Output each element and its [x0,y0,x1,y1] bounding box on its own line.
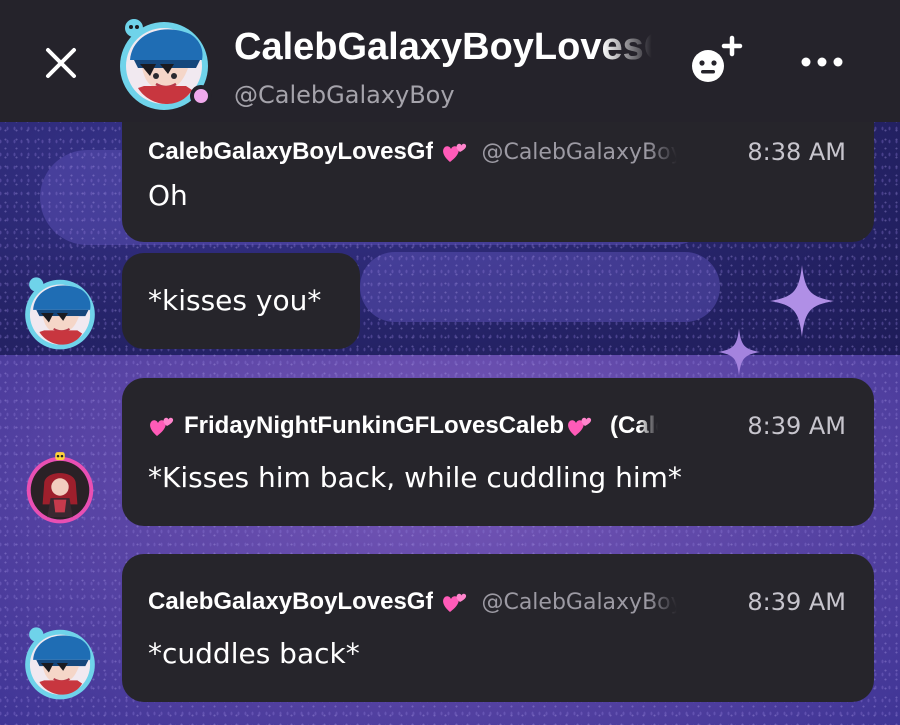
sender-name[interactable]: CalebGalaxyBoyLovesGf [148,138,433,166]
more-dots-icon [801,57,843,67]
close-icon [46,48,76,78]
sparkle-icon [718,328,760,376]
sparkle-icon [770,265,834,337]
message-meta: CalebGalaxyBoyLovesGf @CalebGalaxyBoy [148,128,677,176]
online-status-dot [190,85,212,107]
sender-name[interactable]: CalebGalaxyBoyLovesGf [148,588,433,616]
message-meta: CalebGalaxyBoyLovesGf @CalebGalaxyBoy [148,578,677,626]
user-avatar[interactable] [22,625,98,701]
message-bubble[interactable]: CalebGalaxyBoyLovesGf @CalebGalaxyBoy 8:… [122,554,874,702]
message-text: *Kisses him back, while cuddling him* [148,461,682,494]
message-text: *kisses you* [148,284,322,317]
more-options-button[interactable] [796,42,848,82]
user-avatar[interactable] [22,449,98,525]
chat-header: CalebGalaxyBoyLovesGf @CalebGalaxyBoy [0,0,900,122]
sparkling-hearts-icon [443,143,467,162]
user-avatar[interactable] [22,275,98,351]
message-timestamp: 8:39 AM [747,412,846,440]
sender-handle: @CalebGalaxyBoy [481,589,678,615]
chat-handle: @CalebGalaxyBoy [234,81,455,109]
add-member-icon [692,35,743,82]
message-timestamp: 8:39 AM [747,588,846,616]
sender-handle: @CalebGalaxyBoy [481,139,678,165]
message-timestamp: 8:38 AM [747,138,846,166]
sparkling-hearts-icon [150,417,174,436]
chat-title: CalebGalaxyBoyLovesGf [234,26,652,68]
close-button[interactable] [38,40,84,86]
add-member-button[interactable] [686,34,746,88]
message-bubble[interactable]: *kisses you* [122,253,360,349]
message-text: Oh [148,179,188,212]
message-bubble[interactable]: CalebGalaxyBoyLovesGf @CalebGalaxyBoy 8:… [122,122,874,242]
message-text: *cuddles back* [148,637,360,670]
sender-name[interactable]: FridayNightFunkinGFLovesCaleb [184,412,564,440]
message-meta: FridayNightFunkinGFLovesCaleb (Caleb [148,402,658,450]
sender-handle: (Caleb [610,412,658,439]
message-bubble[interactable]: FridayNightFunkinGFLovesCaleb (Caleb 8:3… [122,378,874,526]
sparkling-hearts-icon [443,593,467,612]
sparkling-hearts-icon [568,417,592,436]
